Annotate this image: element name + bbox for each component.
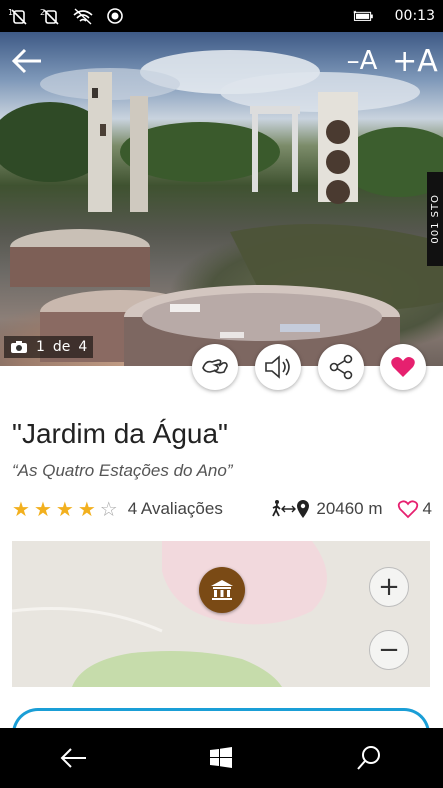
photo-counter-total: 4 xyxy=(78,339,88,355)
wifi-icon xyxy=(73,8,93,25)
svg-text:1: 1 xyxy=(8,8,13,17)
heart-icon xyxy=(391,357,415,377)
star-icon: ★ xyxy=(33,497,52,521)
share-icon xyxy=(329,354,353,380)
battery-icon xyxy=(353,10,373,21)
speaker-icon xyxy=(265,355,290,379)
meta-row: ★ ★ ★ ★ ☆ 4 Avaliações 20460 m 4 xyxy=(12,496,432,522)
likes-count: 4 xyxy=(422,499,432,518)
reviews-link[interactable]: 4 Avaliações xyxy=(128,499,223,519)
search-icon xyxy=(357,746,381,770)
svg-text:2: 2 xyxy=(40,8,45,17)
distance-value: 20460 m xyxy=(316,499,383,518)
favorite-button[interactable] xyxy=(380,344,426,390)
sim1-no-signal-icon: 1 xyxy=(8,8,27,25)
star-icon: ★ xyxy=(77,497,96,521)
sign-language-button[interactable] xyxy=(192,344,238,390)
camera-icon xyxy=(11,341,27,353)
distance: 20460 m xyxy=(272,499,383,519)
sign-language-icon xyxy=(202,359,228,374)
photo-counter-separator: de xyxy=(52,339,71,355)
font-increase-button[interactable]: +A xyxy=(392,32,438,90)
font-decrease-button[interactable]: –A xyxy=(342,32,382,90)
side-tab[interactable]: 001 STO xyxy=(427,172,443,266)
map-background xyxy=(12,541,430,687)
status-right: 00:13 xyxy=(353,7,435,25)
windows-logo-icon xyxy=(210,747,233,768)
system-search-button[interactable] xyxy=(339,728,399,788)
place-subtitle: “As Quatro Estações do Ano” xyxy=(12,461,233,480)
star-outline-icon: ☆ xyxy=(99,497,118,521)
likes: 4 xyxy=(397,499,432,519)
walk-distance-icon xyxy=(272,500,310,518)
back-arrow-icon xyxy=(11,48,41,74)
map-marker[interactable] xyxy=(199,567,245,613)
museum-icon xyxy=(211,580,233,600)
photo-counter: 1 de 4 xyxy=(4,336,94,358)
heart-outline-icon xyxy=(397,500,418,519)
audio-button[interactable] xyxy=(255,344,301,390)
sim2-no-signal-icon: 2 xyxy=(40,8,59,25)
place-title: "Jardim da Água" xyxy=(12,418,228,449)
hero-photo[interactable]: –A +A 1 de 4 001 STO xyxy=(0,32,443,366)
back-button[interactable] xyxy=(6,32,48,90)
location-icon xyxy=(107,8,123,24)
system-back-button[interactable] xyxy=(44,728,104,788)
system-nav-bar xyxy=(0,728,443,788)
status-bar: 1 2 00:13 xyxy=(0,0,443,32)
map[interactable]: + − xyxy=(12,541,430,687)
zoom-out-button[interactable]: − xyxy=(369,630,409,670)
share-button[interactable] xyxy=(318,344,364,390)
status-left: 1 2 xyxy=(8,7,126,25)
zoom-in-button[interactable]: + xyxy=(369,567,409,607)
status-time: 00:13 xyxy=(394,8,435,24)
side-tab-label: 001 STO xyxy=(429,194,441,244)
rating-stars[interactable]: ★ ★ ★ ★ ☆ xyxy=(12,499,118,519)
star-icon: ★ xyxy=(12,497,30,521)
photo-counter-current: 1 xyxy=(36,339,45,355)
star-icon: ★ xyxy=(55,497,74,521)
system-start-button[interactable] xyxy=(191,728,251,788)
back-arrow-icon xyxy=(60,748,86,768)
